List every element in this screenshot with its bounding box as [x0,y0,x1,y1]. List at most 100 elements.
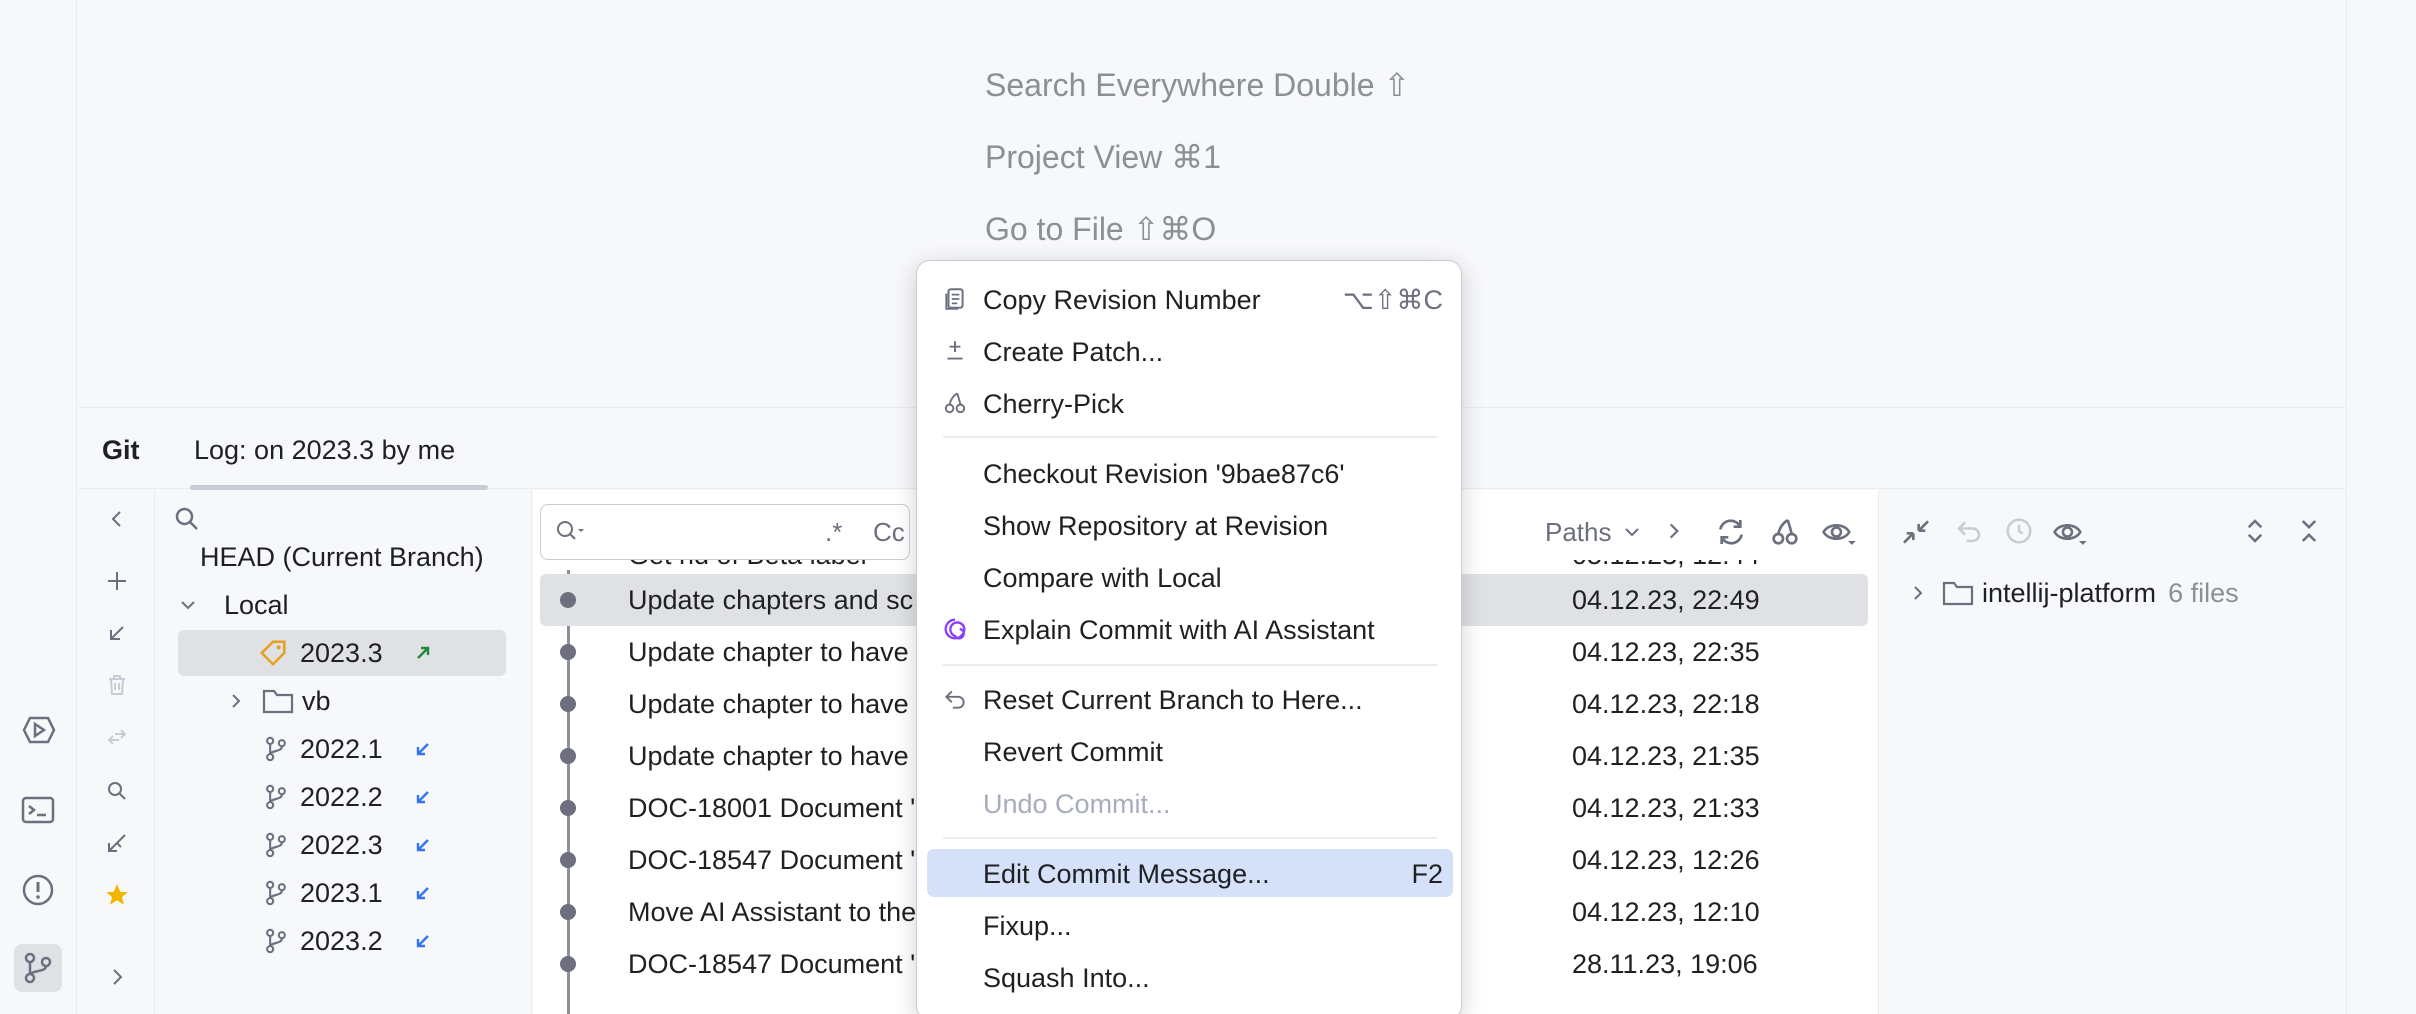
branch-item[interactable]: 2022.2 [262,774,433,820]
compare-icon[interactable] [100,720,134,754]
run-services-icon[interactable] [14,706,62,754]
commit-node [560,800,576,816]
incoming-arrow-icon [413,835,433,855]
eye-icon[interactable] [2052,516,2088,548]
expand-icon[interactable] [100,826,134,860]
menu-item-label: Squash Into... [983,963,1150,994]
regex-toggle[interactable]: .* [825,517,842,548]
commit-message: DOC-18547 Document 'I [628,845,923,876]
new-branch-icon[interactable] [100,564,134,598]
commit-date: 28.11.23, 19:06 [1572,949,1758,980]
branch-item-label: 2023.1 [300,878,383,909]
problems-icon[interactable] [14,866,62,914]
branch-head[interactable]: HEAD (Current Branch) [200,534,484,580]
commit-date: 04.12.23, 22:35 [1572,637,1760,668]
hint-go-to-file: Go to File ⇧⌘O [985,210,1216,248]
changed-folder-row[interactable]: intellij-platform 6 files [1908,570,2239,616]
commit-context-menu: Copy Revision Number ⌥⇧⌘C Create Patch..… [916,260,1462,1014]
favorite-star-icon[interactable] [100,878,134,912]
menu-item-label: Copy Revision Number [983,285,1261,316]
commit-date: 04.12.23, 12:10 [1572,897,1760,928]
commit-date: 04.12.23, 21:35 [1572,741,1760,772]
branch-icon [262,879,290,907]
menu-item-label: Undo Commit... [983,789,1171,820]
search-icon[interactable] [100,774,134,808]
branch-icon [262,783,290,811]
tab-log[interactable]: Log: on 2023.3 by me [194,435,455,466]
git-branch-icon[interactable] [14,944,62,992]
menu-item-label: Fixup... [983,911,1072,942]
branch-item-label: 2022.1 [300,734,383,765]
menu-item-label: Cherry-Pick [983,389,1124,420]
folder-icon [262,687,294,715]
menu-checkout-revision[interactable]: Checkout Revision '9bae87c6' [927,449,1453,497]
expand-collapse-icon[interactable] [2240,516,2270,546]
menu-item-label: Explain Commit with AI Assistant [983,615,1375,646]
commit-date: 04.12.23, 22:18 [1572,689,1760,720]
expand-panel-icon[interactable] [100,960,134,994]
branch-folder-vb[interactable]: vb [226,678,331,724]
branch-search-icon[interactable] [172,504,204,536]
menu-item-label: Create Patch... [983,337,1163,368]
log-filter-field[interactable]: .* Cc [540,504,910,560]
changed-folder-name: intellij-platform [1982,578,2156,609]
rollback-icon[interactable] [1954,516,1984,546]
menu-copy-revision-number[interactable]: Copy Revision Number ⌥⇧⌘C [927,275,1453,323]
refresh-icon[interactable] [1715,516,1747,548]
menu-undo-commit[interactable]: Undo Commit... [927,779,1453,827]
menu-reset-current-branch[interactable]: Reset Current Branch to Here... [927,675,1453,723]
match-case-toggle[interactable]: Cc [873,517,905,548]
branches-toolbar [78,490,155,1014]
menu-show-repository-at-revision[interactable]: Show Repository at Revision [927,501,1453,549]
branch-icon [262,735,290,763]
cherry-icon [941,389,969,417]
incoming-arrow-icon [413,883,433,903]
menu-compare-with-local[interactable]: Compare with Local [927,553,1453,601]
menu-item-shortcut: ⌥⇧⌘C [1343,285,1443,316]
commit-node [560,904,576,920]
terminal-icon[interactable] [14,786,62,834]
collapse-all-icon[interactable] [1900,516,1932,548]
branch-group-local[interactable]: Local [178,582,289,628]
menu-revert-commit[interactable]: Revert Commit [927,727,1453,775]
commit-message: Update chapter to have [628,689,909,720]
eye-options-icon[interactable] [1821,516,1857,548]
changed-file-count: 6 files [2168,578,2239,609]
menu-edit-commit-message[interactable]: Edit Commit Message... F2 [927,849,1453,897]
branch-current[interactable]: 2023.3 [178,630,506,676]
commit-node [560,748,576,764]
update-icon[interactable] [100,616,134,650]
menu-create-patch[interactable]: Create Patch... [927,327,1453,375]
cherry-pick-icon[interactable] [1769,516,1801,548]
branch-item-label: 2023.2 [300,926,383,957]
commit-message: Update chapter to have [628,741,909,772]
commit-date: 05.12.23, 12:44 [1572,560,1760,571]
menu-item-shortcut: F2 [1411,859,1443,890]
commit-node [560,644,576,660]
commit-node [560,592,576,608]
commit-date: 04.12.23, 12:26 [1572,845,1760,876]
close-panel-icon[interactable] [2294,516,2324,546]
paths-filter[interactable]: Paths [1545,504,1642,560]
menu-item-label: Compare with Local [983,563,1222,594]
menu-item-label: Revert Commit [983,737,1163,768]
commit-date: 04.12.23, 21:33 [1572,793,1760,824]
chevron-right-icon[interactable] [1663,520,1685,542]
collapse-panel-icon[interactable] [100,502,134,536]
branch-item[interactable]: 2022.1 [262,726,433,772]
hint-search-everywhere: Search Everywhere Double ⇧ [985,66,1410,104]
branch-icon [262,831,290,859]
branch-item[interactable]: 2022.3 [262,822,433,868]
history-icon[interactable] [2004,516,2034,546]
menu-squash-into[interactable]: Squash Into... [927,953,1453,1001]
menu-fixup[interactable]: Fixup... [927,901,1453,949]
delete-icon[interactable] [100,668,134,702]
left-tool-strip [0,0,77,1014]
branches-panel: HEAD (Current Branch) Local 2023.3 [156,490,532,1014]
menu-cherry-pick[interactable]: Cherry-Pick [927,379,1453,427]
branch-item[interactable]: 2023.2 [262,918,433,964]
menu-explain-commit-ai[interactable]: Explain Commit with AI Assistant [927,605,1453,653]
branch-group-local-label: Local [224,590,289,621]
branch-item[interactable]: 2023.1 [262,870,433,916]
search-history-icon[interactable] [553,517,589,547]
